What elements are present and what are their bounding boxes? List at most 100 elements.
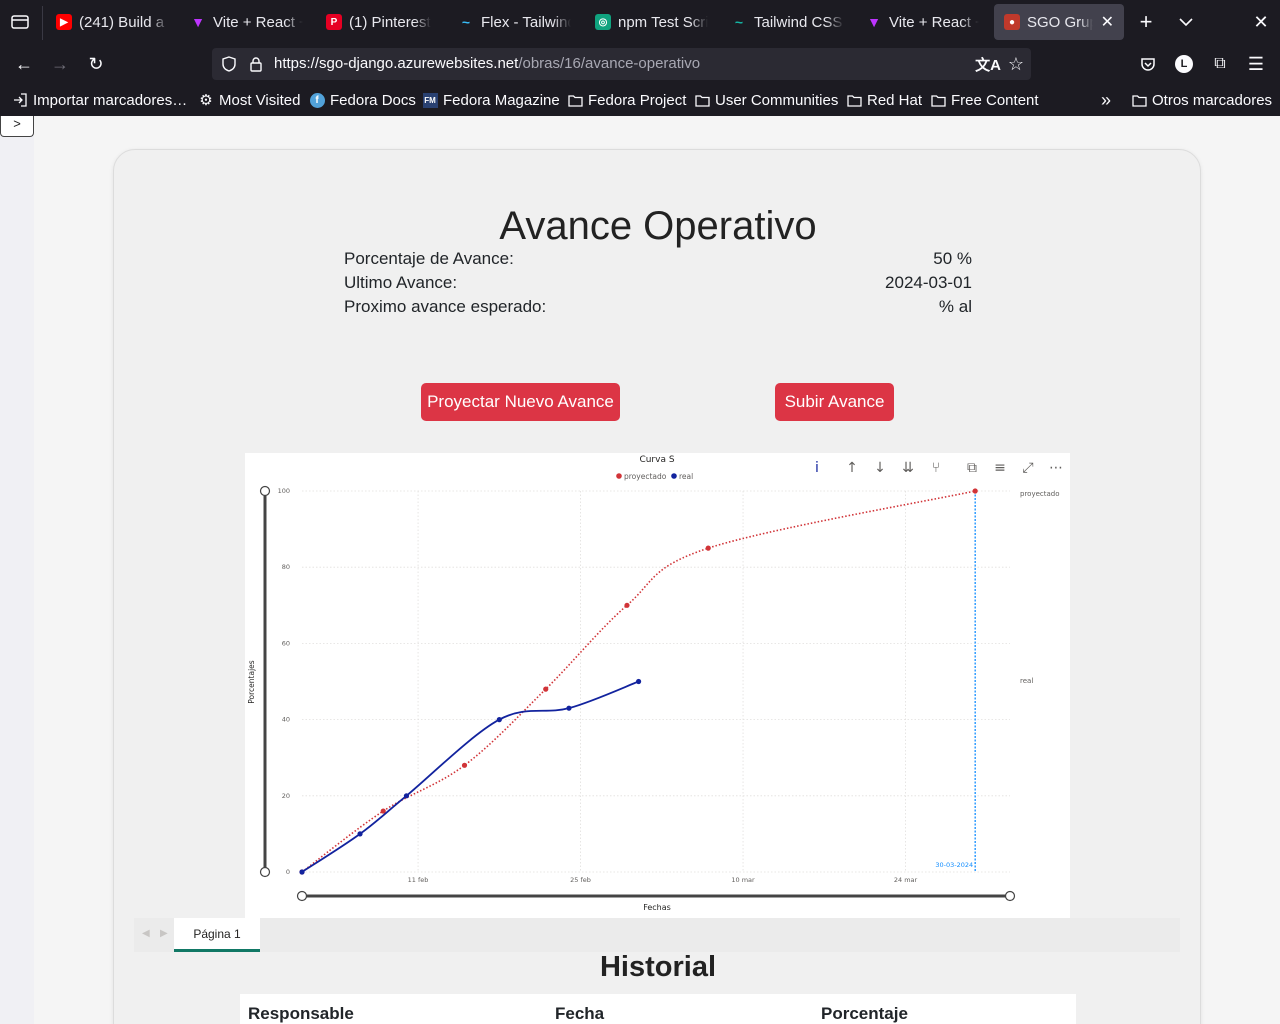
bookmark-star-button[interactable]: ☆ bbox=[1002, 50, 1030, 78]
extensions-button[interactable]: ⧉ bbox=[1206, 50, 1234, 78]
bookmark-item[interactable]: Fedora Project bbox=[567, 90, 686, 110]
info-row-ultimo-avance: Ultimo Avance: 2024-03-01 bbox=[344, 273, 972, 297]
more-bookmarks-icon[interactable]: » bbox=[1101, 90, 1111, 110]
vite-icon: ▼ bbox=[191, 14, 205, 30]
browser-tab[interactable]: ▶ (241) Build a C bbox=[46, 4, 179, 40]
data-point-real[interactable] bbox=[496, 717, 502, 723]
legend-label: proyectado bbox=[624, 472, 667, 481]
address-bar[interactable]: https://sgo-django.azurewebsites.net/obr… bbox=[212, 48, 1031, 80]
bookmark-item[interactable]: Free Content bbox=[930, 90, 1039, 110]
bookmark-label: Importar marcadores… bbox=[33, 91, 188, 109]
chatgpt-icon: ◎ bbox=[595, 14, 611, 30]
info-value: % al bbox=[938, 297, 972, 316]
drill-down-icon[interactable]: ↓ bbox=[874, 460, 886, 476]
translate-icon: 文A bbox=[975, 56, 1001, 74]
navigation-bar: ← → ↻ https://sgo-django.azurewebsites.n… bbox=[0, 44, 1280, 84]
tab-list-button[interactable] bbox=[6, 8, 34, 36]
y-tick-label: 60 bbox=[282, 639, 290, 647]
data-point-proyectado[interactable] bbox=[461, 762, 468, 768]
y-zoom-handle[interactable] bbox=[259, 485, 271, 497]
copy-icon[interactable]: ⧉ bbox=[967, 460, 977, 476]
hamburger-icon: ☰ bbox=[1247, 53, 1265, 74]
prev-page-icon[interactable]: ◀ bbox=[142, 928, 150, 939]
tab-title: (241) Build a C bbox=[79, 13, 169, 31]
chevron-down-icon bbox=[1179, 18, 1193, 27]
y-zoom-handle[interactable] bbox=[259, 866, 271, 878]
data-point-proyectado[interactable] bbox=[624, 602, 630, 608]
browser-tab[interactable]: ▼ Vite + React + bbox=[180, 4, 313, 40]
y-tick-label: 100 bbox=[278, 487, 290, 495]
bookmark-item[interactable]: Importar marcadores… bbox=[12, 90, 187, 110]
close-tab-icon[interactable]: ✕ bbox=[1101, 12, 1114, 32]
browser-tab[interactable]: ● SGO Grupo ✕ bbox=[994, 4, 1124, 40]
hierarchy-icon[interactable]: ⑂ bbox=[932, 460, 940, 476]
bookmark-label: Fedora Magazine bbox=[443, 91, 560, 109]
y-axis-title: Porcentajes bbox=[247, 660, 256, 703]
browser-chrome: ▶ (241) Build a C ▼ Vite + React + P (1) Pint… bbox=[0, 0, 1280, 116]
bookmark-item[interactable]: f Fedora Docs bbox=[309, 90, 416, 110]
x-zoom-handle[interactable] bbox=[296, 890, 308, 902]
data-point-real[interactable] bbox=[566, 705, 572, 711]
folder-icon bbox=[567, 92, 583, 108]
data-point-real[interactable] bbox=[357, 831, 363, 837]
x-tick-label: 24 mar bbox=[894, 876, 918, 884]
bookmark-label: Otros marcadores bbox=[1152, 91, 1273, 109]
bookmark-item[interactable]: Red Hat bbox=[846, 90, 922, 110]
filter-icon[interactable]: ≡ bbox=[994, 460, 1006, 476]
browser-tab[interactable]: P (1) Pinterest bbox=[316, 4, 442, 40]
info-icon[interactable]: i bbox=[815, 460, 819, 476]
next-page-icon[interactable]: ▶ bbox=[160, 928, 168, 939]
info-label: Porcentaje de Avance: bbox=[344, 249, 514, 268]
sidebar-toggle-button[interactable]: > bbox=[0, 116, 34, 137]
data-point-real[interactable] bbox=[635, 678, 642, 685]
chart-title: Curva S bbox=[639, 455, 674, 465]
column-header: Porcentaje bbox=[821, 1004, 908, 1023]
browser-tab[interactable]: ~ Flex - Tailwind bbox=[448, 4, 581, 40]
data-point-real[interactable] bbox=[299, 869, 305, 875]
data-point-proyectado[interactable] bbox=[972, 488, 978, 494]
sgo-icon: ● bbox=[1004, 14, 1020, 30]
bookmark-item[interactable]: FM Fedora Magazine bbox=[422, 90, 560, 110]
puzzle-icon: ⧉ bbox=[1214, 55, 1226, 72]
data-point-proyectado[interactable] bbox=[543, 686, 549, 692]
data-point-proyectado[interactable] bbox=[705, 545, 711, 551]
url-path: /obras/16/avance-operativo bbox=[518, 55, 701, 72]
bookmark-item[interactable]: User Communities bbox=[694, 90, 838, 110]
list-all-tabs-button[interactable] bbox=[1172, 8, 1200, 36]
url-text[interactable]: https://sgo-django.azurewebsites.net/obr… bbox=[274, 55, 700, 72]
y-tick-label: 0 bbox=[286, 868, 290, 876]
forward-button[interactable]: → bbox=[46, 50, 74, 78]
avatar: L bbox=[1175, 55, 1193, 73]
focus-mode-icon[interactable]: ⤢ bbox=[1022, 460, 1033, 476]
back-button[interactable]: ← bbox=[10, 50, 38, 78]
more-options-icon[interactable]: ⋯ bbox=[1049, 460, 1063, 476]
drill-up-icon[interactable]: ↑ bbox=[846, 460, 858, 476]
reload-button[interactable]: ↻ bbox=[82, 50, 110, 78]
browser-tab[interactable]: ▼ Vite + React + bbox=[856, 4, 989, 40]
series-end-label: proyectado bbox=[1020, 490, 1060, 498]
pocket-button[interactable] bbox=[1134, 50, 1162, 78]
account-button[interactable]: L bbox=[1170, 50, 1198, 78]
folder-icon bbox=[930, 92, 946, 108]
menu-button[interactable]: ☰ bbox=[1242, 50, 1270, 78]
bookmark-item[interactable]: Otros marcadores bbox=[1131, 90, 1272, 110]
info-row-porcentaje: Porcentaje de Avance: 50 % bbox=[344, 249, 972, 273]
proyectar-avance-button[interactable]: Proyectar Nuevo Avance bbox=[421, 383, 620, 421]
expand-all-icon[interactable]: ⇊ bbox=[902, 460, 914, 476]
new-tab-button[interactable]: + bbox=[1132, 8, 1160, 36]
translate-button[interactable]: 文A bbox=[974, 50, 1002, 78]
browser-tab[interactable]: ◎ npm Test Scri bbox=[585, 4, 718, 40]
data-point-real[interactable] bbox=[403, 793, 410, 799]
lock-icon[interactable] bbox=[249, 56, 263, 72]
column-header: Responsable bbox=[248, 1004, 354, 1023]
x-zoom-handle[interactable] bbox=[1004, 890, 1016, 902]
shield-icon[interactable] bbox=[221, 56, 237, 72]
browser-tab[interactable]: ~ Tailwind CSS I bbox=[721, 4, 854, 40]
close-window-button[interactable]: ✕ bbox=[1247, 8, 1275, 36]
subir-avance-button[interactable]: Subir Avance bbox=[775, 383, 894, 421]
pocket-icon bbox=[1141, 58, 1155, 71]
bookmark-item[interactable]: ⚙ Most Visited bbox=[198, 90, 300, 110]
y-tick-label: 40 bbox=[282, 716, 290, 724]
report-page-bar: ◀ ▶ Página 1 bbox=[134, 918, 1180, 952]
report-page-tab[interactable]: Página 1 bbox=[174, 918, 260, 952]
